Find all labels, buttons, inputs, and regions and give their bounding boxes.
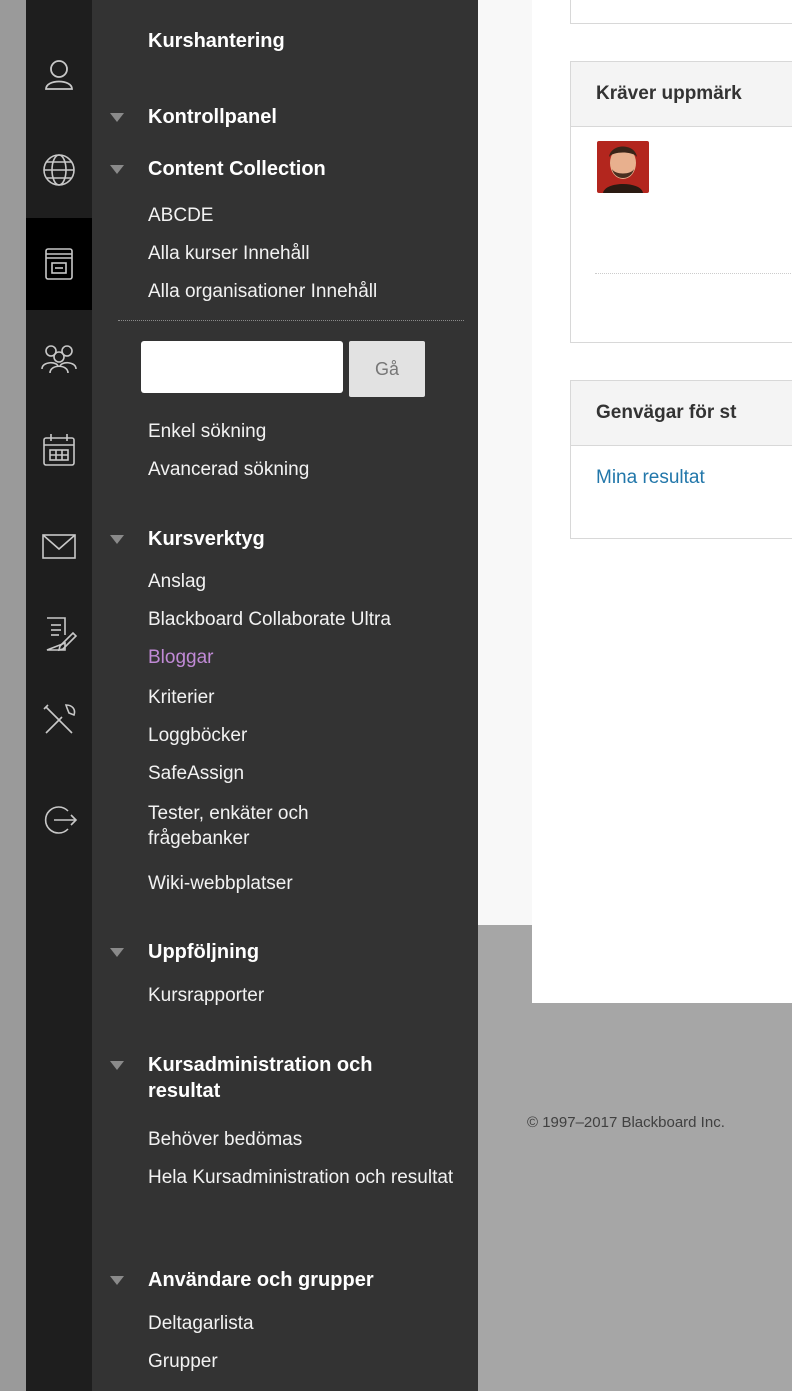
rail-grades-button[interactable] [26,604,92,664]
rail-tools-button[interactable] [26,690,92,750]
link-needs-grading[interactable]: Behöver bedömas [148,1127,302,1152]
rail-calendar-button[interactable] [26,420,92,480]
user-icon [45,60,73,90]
link-all-organizations-content[interactable]: Alla organisationer Innehåll [148,279,377,304]
rail-courses-button[interactable] [26,218,92,310]
link-simple-search[interactable]: Enkel sökning [148,419,266,444]
section-label: Kursadministration och resultat [148,1054,373,1102]
previous-module-bottom [570,0,792,24]
link-kursrapporter[interactable]: Kursrapporter [148,983,264,1008]
link-anslag[interactable]: Anslag [148,569,206,594]
section-uppfoljning[interactable]: Uppföljning [110,939,260,965]
globe-icon [43,154,75,186]
collapse-arrow-icon [110,948,124,957]
users-group-icon [41,345,77,374]
user-avatar[interactable] [597,141,649,193]
needs-attention-module: Kräver uppmärk [570,61,792,343]
link-kriterier[interactable]: Kriterier [148,685,215,710]
menu-divider [118,320,464,321]
collapse-arrow-icon [110,1276,124,1285]
collapse-arrow-icon [110,535,124,544]
grades-pencil-icon [46,617,78,652]
link-loggbocker[interactable]: Loggböcker [148,723,247,748]
link-full-grade-center[interactable]: Hela Kursadministration och resultat [148,1165,466,1190]
calendar-icon [43,434,75,466]
link-collaborate-ultra[interactable]: Blackboard Collaborate Ultra [148,607,391,632]
section-content-collection[interactable]: Content Collection [110,156,326,182]
envelope-icon [42,534,76,559]
rail-institution-button[interactable] [26,140,92,200]
module-divider [595,273,792,274]
section-label: Content Collection [148,158,326,180]
collapse-arrow-icon [110,1061,124,1070]
section-kontrollpanel[interactable]: Kontrollpanel [110,104,277,130]
avatar-portrait [597,141,649,193]
outer-frame-strip [0,0,26,1391]
link-advanced-search[interactable]: Avancerad sökning [148,457,309,482]
link-safeassign[interactable]: SafeAssign [148,761,398,786]
section-kursadministration[interactable]: Kursadministration och resultat [110,1052,438,1104]
tools-icon [43,704,76,734]
logout-icon [44,806,78,834]
link-my-grades[interactable]: Mina resultat [596,467,705,489]
footer-copyright: © 1997–2017 Blackboard Inc. [527,1114,725,1131]
section-label: Uppföljning [148,941,260,963]
section-kursverktyg[interactable]: Kursverktyg [110,526,265,552]
link-all-courses-content[interactable]: Alla kurser Innehåll [148,241,310,266]
link-grupper[interactable]: Grupper [148,1349,218,1374]
student-shortcuts-module: Genvägar för st Mina resultat [570,380,792,539]
content-search-input[interactable] [141,341,343,393]
collapse-arrow-icon [110,113,124,122]
link-tests-surveys-pools[interactable]: Tester, enkäter och frågebanker [148,801,368,851]
rail-logout-button[interactable] [26,790,92,850]
link-bloggar[interactable]: Bloggar [148,645,214,670]
course-management-menu: Kurshantering Kontrollpanel Content Coll… [92,0,478,1391]
section-anvandare-och-grupper[interactable]: Användare och grupper [110,1267,374,1293]
icon-rail [26,0,92,1391]
link-wikis[interactable]: Wiki-webbplatser [148,871,293,896]
module-header: Genvägar för st [571,381,792,446]
menu-title: Kurshantering [148,30,285,52]
section-label: Kursverktyg [148,528,265,550]
link-deltagarlista[interactable]: Deltagarlista [148,1311,254,1336]
section-label: Användare och grupper [148,1269,374,1291]
rail-messages-button[interactable] [26,516,92,576]
rail-profile-button[interactable] [26,45,92,105]
collapse-arrow-icon [110,165,124,174]
section-label: Kontrollpanel [148,106,277,128]
module-header: Kräver uppmärk [571,62,792,127]
course-book-icon [45,248,73,280]
search-go-button[interactable]: Gå [349,341,425,397]
rail-organizations-button[interactable] [26,328,92,388]
link-abcde[interactable]: ABCDE [148,203,213,228]
